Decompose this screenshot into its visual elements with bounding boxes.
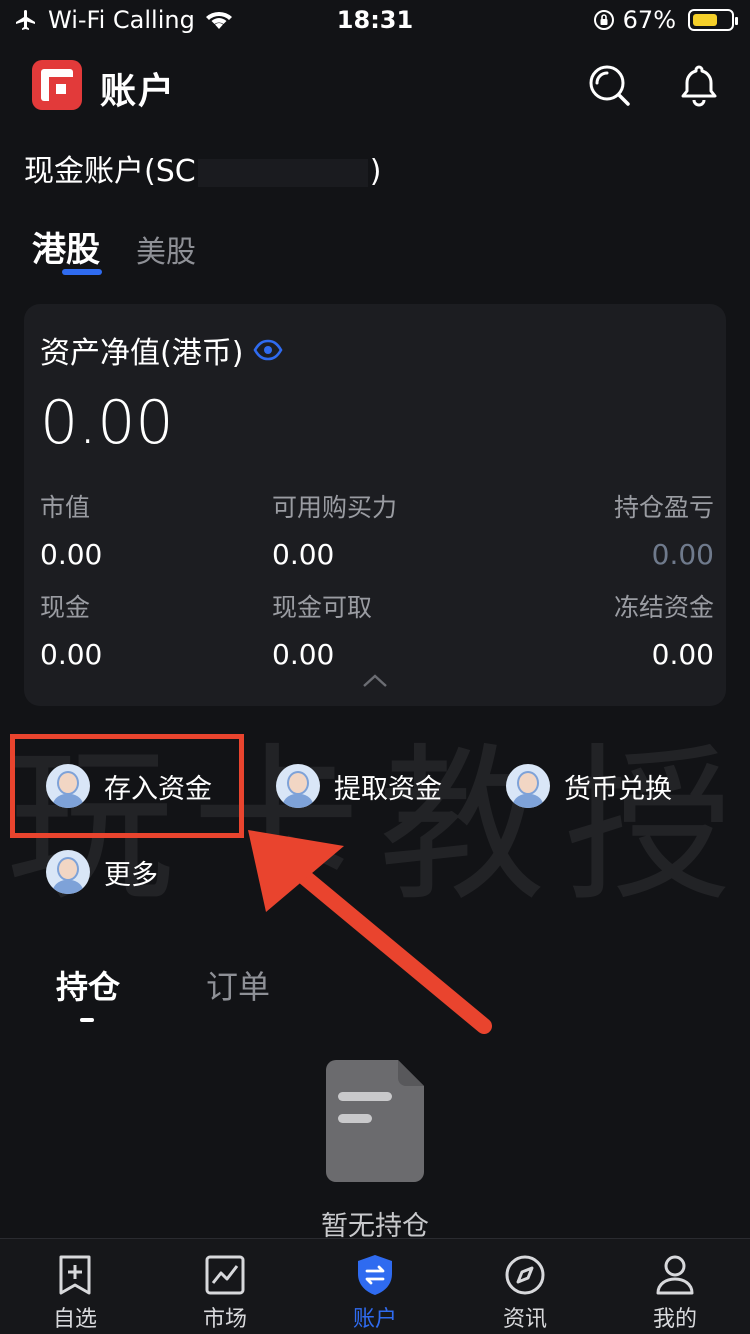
annotation-highlight-box (10, 734, 244, 838)
net-asset-value: 0.00 (40, 388, 174, 458)
tab-hk-stocks[interactable]: 港股 (32, 222, 102, 275)
nav-account[interactable]: 账户 (300, 1239, 450, 1334)
stat-withdrawable-cash: 现金可取 0.00 (272, 588, 372, 671)
net-asset-header: 资产净值(港币) (40, 328, 283, 372)
stat-label: 现金 (40, 593, 91, 622)
stat-value: 0.00 (272, 638, 335, 671)
account-number-redacted (197, 158, 368, 187)
market-chart-icon (205, 1255, 245, 1295)
orientation-lock-icon (593, 10, 614, 30)
action-label: 提取资金 (334, 773, 442, 805)
tab-orders[interactable]: 订单 (206, 962, 270, 1008)
eye-icon[interactable] (253, 339, 283, 361)
stat-market-value: 市值 0.00 (40, 488, 102, 571)
watchlist-icon (59, 1255, 91, 1295)
avatar-icon (276, 764, 320, 808)
stat-frozen-funds: 冻结资金 0.00 (614, 588, 714, 671)
more-button[interactable]: 更多 (46, 850, 158, 894)
tab-us-stocks[interactable]: 美股 (136, 227, 196, 271)
currency-exchange-button[interactable]: 货币兑换 (506, 764, 672, 808)
nav-label: 我的 (652, 1307, 697, 1332)
page-title: 账户 (100, 71, 177, 112)
app-header: 账户 (0, 56, 750, 116)
nav-label: 自选 (52, 1307, 97, 1332)
nav-label: 资讯 (502, 1307, 547, 1332)
stat-label: 可用购买力 (272, 493, 398, 522)
nav-label: 市场 (202, 1307, 247, 1332)
empty-document-icon (326, 1060, 424, 1182)
net-asset-label: 资产净值(港币) (40, 336, 244, 371)
status-right: 67% (593, 6, 738, 34)
stat-label: 现金可取 (272, 593, 373, 622)
stat-value: 0.00 (651, 538, 714, 571)
battery-percent: 67% (622, 6, 676, 34)
stat-value: 0.00 (40, 538, 103, 571)
compass-icon (505, 1255, 545, 1295)
nav-label: 账户 (352, 1307, 397, 1332)
asset-card: 资产净值(港币) 0.00 市值 0.00 可用购买力 0.00 持仓盈亏 0.… (24, 304, 726, 706)
nav-profile[interactable]: 我的 (600, 1239, 750, 1334)
status-bar: Wi-Fi Calling 18:31 67% (0, 0, 750, 44)
shield-exchange-icon (358, 1255, 392, 1295)
stat-value: 0.00 (272, 538, 335, 571)
account-name-suffix: ) (369, 154, 382, 189)
tab-positions[interactable]: 持仓 (56, 962, 120, 1022)
position-tabs: 持仓 订单 (56, 962, 270, 1022)
stat-buying-power: 可用购买力 0.00 (272, 488, 397, 571)
battery-level (693, 14, 717, 26)
action-label: 更多 (104, 859, 158, 891)
stat-value: 0.00 (651, 638, 714, 671)
chevron-up-icon[interactable] (362, 674, 388, 688)
battery-icon (688, 9, 738, 31)
avatar-icon (506, 764, 550, 808)
bottom-nav: 自选 市场 账户 资讯 我的 (0, 1238, 750, 1334)
nav-news[interactable]: 资讯 (450, 1239, 600, 1334)
app-logo (32, 60, 82, 110)
action-label: 货币兑换 (564, 773, 672, 805)
annotation-arrow (248, 830, 492, 1034)
user-icon (656, 1255, 694, 1295)
withdraw-funds-button[interactable]: 提取资金 (276, 764, 442, 808)
stat-label: 持仓盈亏 (613, 493, 714, 522)
account-selector[interactable]: 现金账户(SC) (24, 146, 381, 190)
avatar-icon (46, 850, 90, 894)
stat-label: 冻结资金 (613, 593, 714, 622)
nav-market[interactable]: 市场 (150, 1239, 300, 1334)
stat-cash: 现金 0.00 (40, 588, 102, 671)
bell-icon[interactable] (676, 62, 722, 108)
stat-position-pnl: 持仓盈亏 0.00 (614, 488, 714, 571)
account-name-prefix: 现金账户(SC (24, 154, 196, 189)
market-tabs: 港股 美股 (32, 222, 196, 275)
nav-watchlist[interactable]: 自选 (0, 1239, 150, 1334)
stat-label: 市值 (40, 493, 91, 522)
stat-value: 0.00 (40, 638, 103, 671)
search-icon[interactable] (586, 62, 632, 108)
